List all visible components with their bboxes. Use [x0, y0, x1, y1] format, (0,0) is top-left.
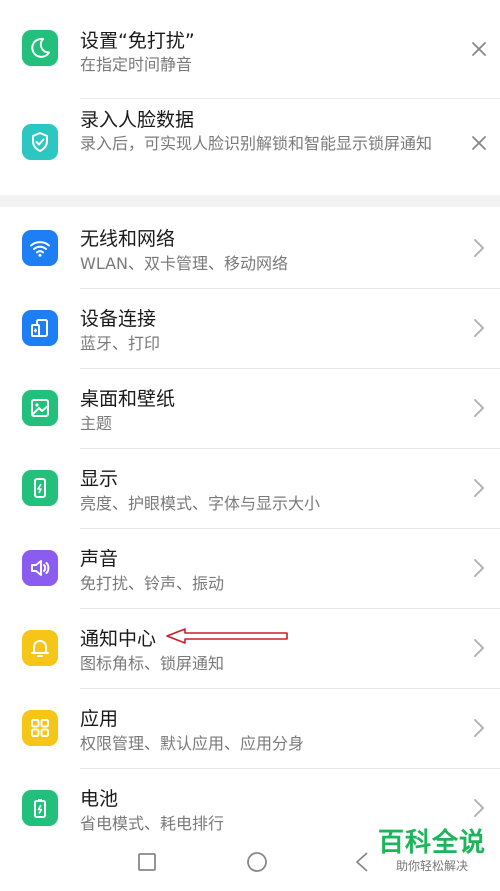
chevron-right-icon [472, 477, 486, 499]
chevron-right-icon [472, 397, 486, 419]
settings-item-wallpaper[interactable]: 桌面和壁纸 主题 [0, 368, 500, 448]
settings-item-display[interactable]: 显示 亮度、护眼模式、字体与显示大小 [0, 448, 500, 528]
wallpaper-icon [22, 390, 58, 426]
chevron-right-icon [472, 317, 486, 339]
recent-apps-button[interactable] [137, 852, 157, 872]
display-icon [22, 470, 58, 506]
close-icon[interactable] [470, 40, 488, 58]
settings-item-wireless[interactable]: 无线和网络 WLAN、双卡管理、移动网络 [0, 208, 500, 288]
suggestion-subtitle: 录入后，可实现人脸识别解锁和智能显示锁屏通知 [80, 134, 433, 153]
suggestion-do-not-disturb[interactable]: 设置“免打扰” 在指定时间静音 [0, 0, 500, 98]
wifi-icon [22, 230, 58, 266]
suggestion-title: 设置“免打扰” [80, 30, 195, 52]
suggestion-subtitle: 在指定时间静音 [80, 55, 193, 74]
settings-item-device-connection[interactable]: 设备连接 蓝牙、打印 [0, 288, 500, 368]
suggestion-title: 录入人脸数据 [80, 109, 195, 131]
chevron-right-icon [472, 637, 486, 659]
settings-item-subtitle: 亮度、护眼模式、字体与显示大小 [80, 494, 321, 513]
home-button[interactable] [246, 851, 268, 873]
chevron-right-icon [472, 797, 486, 819]
settings-item-title: 通知中心 [80, 628, 157, 650]
settings-item-sound[interactable]: 声音 免打扰、铃声、振动 [0, 528, 500, 608]
settings-item-subtitle: 图标角标、锁屏通知 [80, 654, 225, 673]
settings-item-title: 应用 [80, 708, 119, 730]
chevron-right-icon [472, 557, 486, 579]
settings-item-title: 显示 [80, 468, 119, 490]
settings-item-title: 声音 [80, 548, 119, 570]
back-button[interactable] [354, 851, 370, 873]
watermark: 百科全说 助你轻松解决 [378, 828, 486, 874]
settings-item-notification-center[interactable]: 通知中心 图标角标、锁屏通知 [0, 608, 500, 688]
chevron-right-icon [472, 237, 486, 259]
suggestion-face-data[interactable]: 录入人脸数据 录入后，可实现人脸识别解锁和智能显示锁屏通知 [0, 99, 500, 195]
settings-item-subtitle: 蓝牙、打印 [80, 334, 161, 353]
watermark-subtitle: 助你轻松解决 [395, 859, 468, 873]
settings-item-subtitle: 免打扰、铃声、振动 [80, 574, 225, 593]
watermark-title: 百科全说 [377, 828, 486, 858]
settings-item-title: 电池 [80, 788, 119, 810]
close-icon[interactable] [470, 134, 488, 152]
settings-item-title: 设备连接 [80, 308, 157, 330]
settings-item-apps[interactable]: 应用 权限管理、默认应用、应用分身 [0, 688, 500, 768]
settings-item-subtitle: WLAN、双卡管理、移动网络 [80, 254, 289, 273]
annotation-arrow [165, 626, 291, 646]
device-connect-icon [22, 310, 58, 346]
bell-icon [22, 630, 58, 666]
settings-item-subtitle: 省电模式、耗电排行 [80, 814, 225, 833]
battery-icon [22, 790, 58, 826]
chevron-right-icon [472, 717, 486, 739]
settings-item-subtitle: 权限管理、默认应用、应用分身 [80, 734, 305, 753]
moon-icon [22, 30, 58, 66]
settings-item-title: 桌面和壁纸 [80, 388, 176, 410]
section-gap [0, 195, 500, 207]
settings-item-title: 无线和网络 [80, 228, 176, 250]
apps-grid-icon [22, 710, 58, 746]
speaker-icon [22, 550, 58, 586]
shield-check-icon [22, 124, 58, 160]
settings-item-subtitle: 主题 [80, 414, 113, 433]
